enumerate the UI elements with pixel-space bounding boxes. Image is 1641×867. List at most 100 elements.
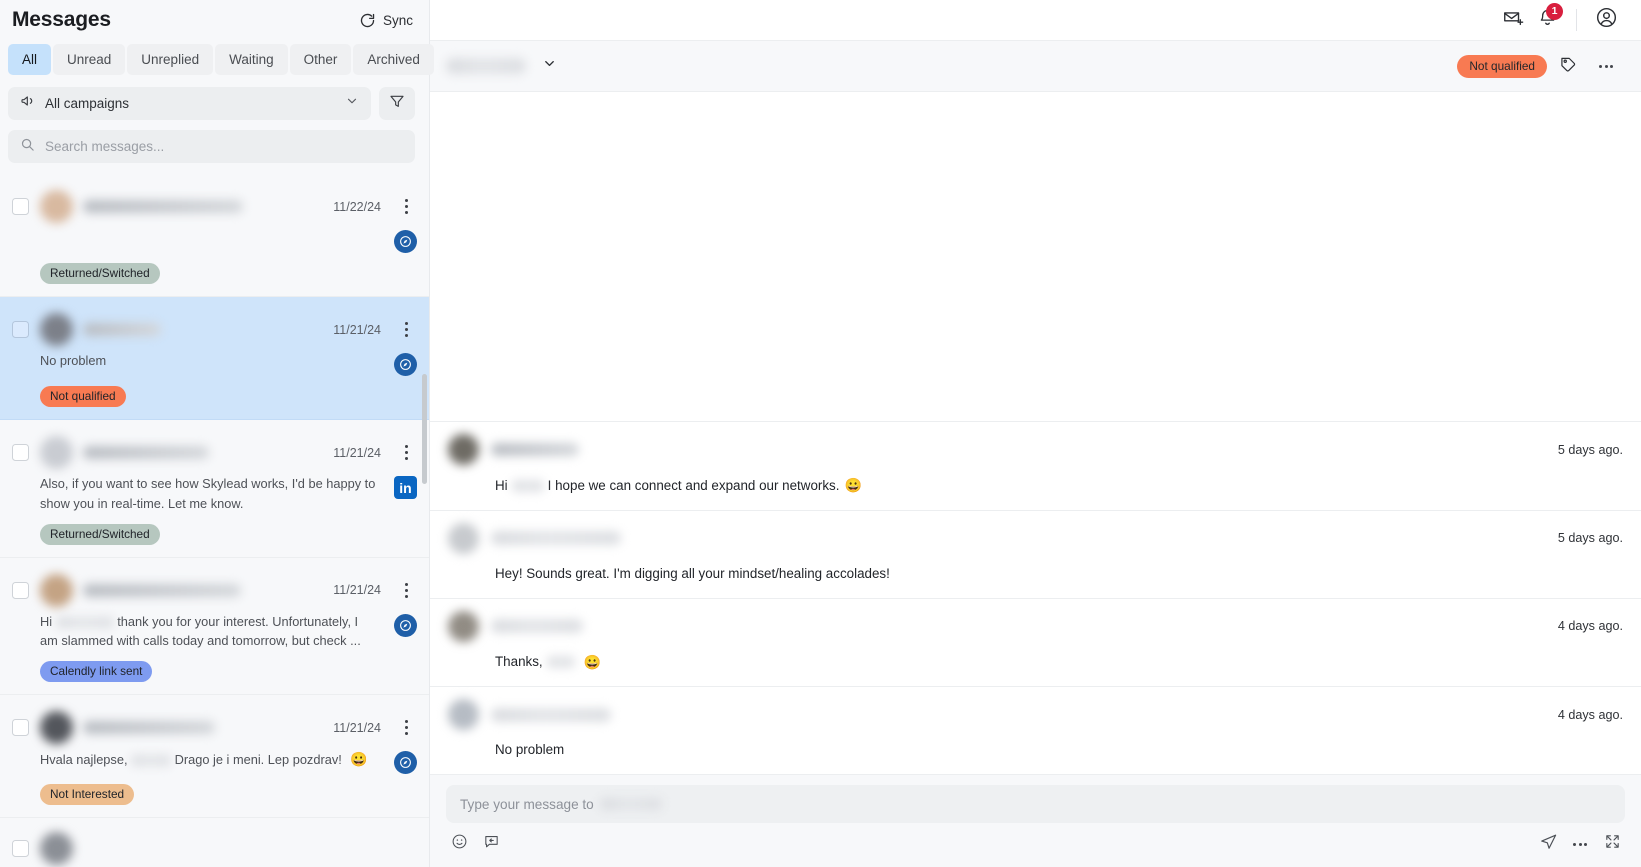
status-badge[interactable]: Not Interested <box>40 784 135 806</box>
conversation-menu-button[interactable] <box>395 720 417 736</box>
notifications-button[interactable]: 1 <box>1530 3 1564 37</box>
sync-label: Sync <box>382 12 413 28</box>
list-item[interactable]: 11/22/24 Returned/Switched <box>0 174 429 297</box>
tab-archived[interactable]: Archived <box>353 44 434 75</box>
divider <box>1576 9 1577 31</box>
refresh-icon <box>359 12 376 29</box>
contact-name-redacted <box>83 446 209 459</box>
campaign-select[interactable]: All campaigns <box>8 87 371 120</box>
message-timestamp: 4 days ago. <box>1557 619 1623 634</box>
tag-row: Not qualified <box>0 376 429 407</box>
status-badge[interactable]: Returned/Switched <box>40 523 160 545</box>
main-panel: 1 Not qualified 5 days ago. Hi I hope we… <box>430 0 1641 867</box>
search-input[interactable] <box>45 139 403 154</box>
conversation-menu-button[interactable] <box>395 445 417 460</box>
ellipsis-horizontal-icon <box>1599 64 1613 68</box>
list-item-body: Hvala najlepse, Drago je i meni. Lep poz… <box>0 744 429 775</box>
list-item[interactable]: 11/21/24 Hi thank you for your interest.… <box>0 558 429 696</box>
conversation-date: 11/21/24 <box>333 583 381 598</box>
composer-more-button[interactable] <box>1567 831 1593 857</box>
source-badge[interactable] <box>394 353 417 376</box>
list-item-body <box>0 223 429 253</box>
message-timestamp: 5 days ago. <box>1557 531 1623 546</box>
conversation-menu-button[interactable] <box>395 199 417 214</box>
conversation-menu-button[interactable] <box>395 322 417 337</box>
source-badge[interactable] <box>394 613 417 637</box>
campaign-select-label: All campaigns <box>45 96 130 111</box>
conversation-checkbox[interactable] <box>12 581 29 599</box>
conversation-menu-button[interactable] <box>395 582 417 598</box>
top-bar: 1 <box>430 0 1641 40</box>
status-badge[interactable]: Calendly link sent <box>40 661 153 683</box>
user-circle-icon <box>1595 6 1618 34</box>
conversation-preview: Hi thank you for your interest. Unfortun… <box>40 612 394 652</box>
add-tag-button[interactable] <box>1551 49 1585 83</box>
expand-composer-button[interactable] <box>1599 831 1625 857</box>
compass-icon <box>394 751 417 775</box>
source-badge[interactable] <box>394 230 417 253</box>
sync-button[interactable]: Sync <box>359 12 413 29</box>
source-badge[interactable]: in <box>394 476 417 499</box>
message: 5 days ago. Hi I hope we can connect and… <box>430 421 1641 510</box>
status-badge[interactable]: Not qualified <box>40 386 126 407</box>
account-button[interactable] <box>1589 3 1623 37</box>
conversation-list[interactable]: 11/22/24 Returned/Switched 11/21/24 No p… <box>0 174 429 867</box>
list-item[interactable]: 11/21/24 No problem Not qualified <box>0 297 429 420</box>
conversation-checkbox[interactable] <box>12 840 29 858</box>
conversation-contact-name-redacted <box>446 58 526 74</box>
list-scrollbar-thumb[interactable] <box>422 374 427 484</box>
message-header: 5 days ago. <box>448 522 1623 554</box>
tag-icon <box>1559 55 1577 78</box>
tab-unreplied[interactable]: Unreplied <box>127 44 214 75</box>
conversation-header-actions: Not qualified <box>1457 49 1623 83</box>
list-item[interactable]: 11/21/24 Also, if you want to see how Sk… <box>0 420 429 558</box>
compose-mail-button[interactable] <box>1496 3 1530 37</box>
conversation-checkbox[interactable] <box>12 444 29 461</box>
message-composer: Type your message to <box>430 774 1641 867</box>
conversation-checkbox[interactable] <box>12 198 29 215</box>
emoji: 😀 <box>844 477 862 494</box>
status-badge[interactable]: Returned/Switched <box>40 263 160 284</box>
message-text: No problem <box>495 742 565 758</box>
tag-row: Returned/Switched <box>0 514 429 545</box>
campaign-filter-row: All campaigns <box>0 75 429 120</box>
conversation-date: 11/21/24 <box>333 720 381 735</box>
preview-name-redacted <box>131 755 172 767</box>
tab-waiting[interactable]: Waiting <box>215 44 288 75</box>
message-thread[interactable]: 5 days ago. Hi I hope we can connect and… <box>430 92 1641 774</box>
conversation-more-button[interactable] <box>1589 49 1623 83</box>
saved-reply-button[interactable] <box>478 831 504 857</box>
emoji-picker-button[interactable] <box>446 831 472 857</box>
tag-row: Calendly link sent <box>0 651 429 683</box>
filter-tabs: All Unread Unreplied Waiting Other Archi… <box>0 40 434 75</box>
smiley-icon <box>451 833 468 855</box>
message-name-redacted <box>511 480 544 493</box>
message-text-prefix: Thanks, <box>495 654 543 670</box>
composer-toolbar <box>446 823 1625 859</box>
mail-plus-icon <box>1502 7 1524 34</box>
emoji: 😀 <box>583 653 602 670</box>
sidebar: Messages Sync All Unread Unreplied Waiti… <box>0 0 434 867</box>
advanced-filter-button[interactable] <box>379 87 415 120</box>
conversation-preview: Hvala najlepse, Drago je i meni. Lep poz… <box>40 749 394 771</box>
contact-details-toggle[interactable] <box>542 56 557 76</box>
tag-row: Not Interested <box>0 774 429 806</box>
conversation-checkbox[interactable] <box>12 321 29 338</box>
status-badge[interactable]: Not qualified <box>1457 54 1547 78</box>
tab-all[interactable]: All <box>8 44 52 75</box>
message-sender-redacted <box>491 619 583 634</box>
emoji: 😀 <box>350 751 368 768</box>
list-item[interactable] <box>0 818 429 867</box>
message: 4 days ago. No problem <box>430 686 1641 774</box>
message-header: 4 days ago. <box>448 610 1623 642</box>
list-item[interactable]: 11/21/24 Hvala najlepse, Drago je i meni… <box>0 695 429 819</box>
send-button[interactable] <box>1535 831 1561 857</box>
message-sender-redacted <box>491 443 579 457</box>
search-box[interactable] <box>8 130 415 163</box>
conversation-checkbox[interactable] <box>12 719 29 737</box>
tab-other[interactable]: Other <box>289 44 352 75</box>
message-input[interactable]: Type your message to <box>446 785 1625 823</box>
notification-count-badge: 1 <box>1546 3 1563 20</box>
tab-unread[interactable]: Unread <box>53 44 126 75</box>
source-badge[interactable] <box>394 751 417 775</box>
